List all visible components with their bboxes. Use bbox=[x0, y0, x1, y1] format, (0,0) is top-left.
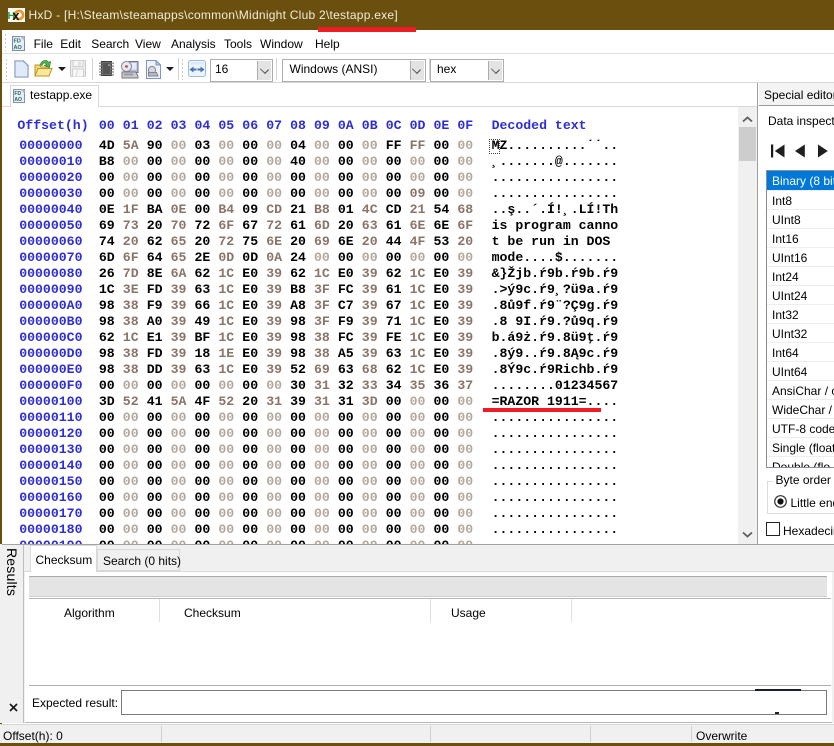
svg-text:FD: FD bbox=[14, 39, 21, 45]
svg-text:AO: AO bbox=[14, 97, 22, 103]
svg-text:AO: AO bbox=[14, 45, 23, 51]
svg-text:x: x bbox=[12, 9, 19, 22]
